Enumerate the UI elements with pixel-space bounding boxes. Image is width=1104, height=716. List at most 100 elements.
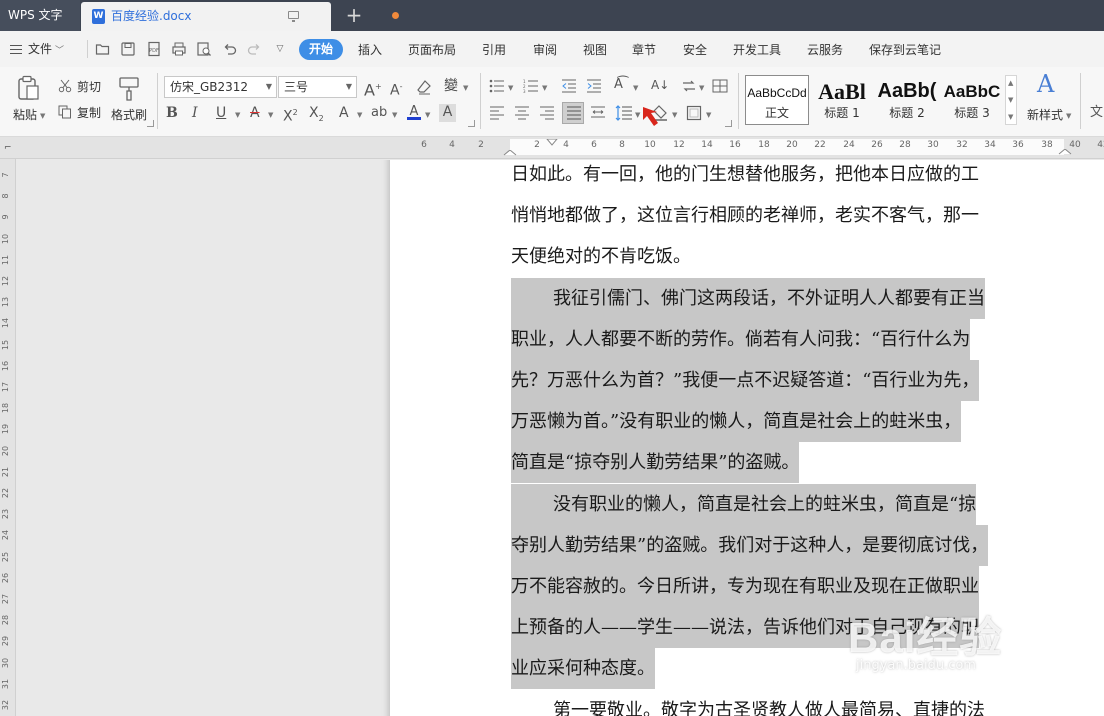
phonetic-dropdown-icon[interactable]: ▼	[463, 84, 468, 92]
format-painter-button[interactable]: 格式刷	[111, 108, 147, 122]
paste-button[interactable]: 粘贴	[13, 108, 37, 122]
align-center-icon[interactable]	[514, 106, 530, 124]
phonetic-guide-icon[interactable]: 變	[444, 78, 458, 94]
distribute-icon[interactable]	[590, 106, 606, 124]
marks-dropdown-icon[interactable]: ▼	[699, 84, 704, 92]
text-direction-icon[interactable]: A͡	[614, 77, 623, 93]
tab-developer-tools[interactable]: 开发工具	[733, 40, 781, 60]
right-indent-marker-icon[interactable]	[1058, 149, 1072, 159]
document-line[interactable]: 先？万恶什么为首？”我便一点不迟疑答道：“百行业为先，	[511, 360, 980, 401]
highlight-color-icon[interactable]: ab	[371, 105, 387, 121]
tab-review[interactable]: 审阅	[533, 40, 557, 60]
print-icon[interactable]	[171, 41, 187, 57]
tab-stop-icon[interactable]: ⌐	[4, 143, 12, 153]
document-line[interactable]: 简直是“掠夺别人勤劳结果”的盗贼。	[511, 442, 800, 483]
document-line[interactable]: 上预备的人——学生——说法，告诉他们对于自己现有的职	[511, 607, 979, 648]
monitor-icon[interactable]	[288, 11, 299, 22]
font-launcher-icon[interactable]	[468, 120, 475, 127]
document-line[interactable]: 夺别人勤劳结果”的盗贼。我们对于这种人，是要彻底讨伐，	[511, 525, 989, 566]
style-normal[interactable]: AaBbCcDd 正文	[745, 75, 809, 125]
new-style-button[interactable]: 新样式	[1027, 108, 1063, 122]
borders-icon[interactable]	[686, 105, 702, 125]
style-heading-3[interactable]: AaBbC 标题 3	[940, 75, 1004, 125]
document-line[interactable]: 我征引儒门、佛门这两段话，不外证明人人都要有正当	[511, 278, 985, 319]
vertical-ruler[interactable]: 7 8 9 10 11 12 13 14 15 16 17 18 19 20 21 22 23 24 25 26 27 2…	[0, 159, 16, 716]
redo-icon[interactable]	[246, 41, 262, 57]
more-styles-icon[interactable]: ▼	[1008, 113, 1013, 121]
align-left-icon[interactable]	[489, 106, 505, 124]
borders-dropdown-icon[interactable]: ▼	[706, 111, 711, 119]
shading-dropdown-icon[interactable]: ▼	[672, 111, 677, 119]
show-hide-marks-icon[interactable]	[681, 79, 697, 97]
paste-dropdown-icon[interactable]: ▼	[40, 112, 45, 120]
superscript-icon[interactable]: X2	[283, 105, 298, 125]
line-spacing-icon[interactable]	[615, 105, 633, 125]
document-line[interactable]: 日如此。有一回，他的门生想替他服务，把他本日应做的工	[511, 161, 979, 188]
tab-insert[interactable]: 插入	[358, 40, 382, 60]
horizontal-ruler[interactable]: 6 4 2 2 4 6 8 10 12 14 16 18 20 22 24 26 28 30 32 34 36 38 40 4…	[0, 137, 1104, 159]
decrease-indent-icon[interactable]	[561, 79, 577, 97]
document-line[interactable]: 没有职业的懒人，简直是社会上的蛀米虫，简直是“掠	[511, 484, 977, 525]
strikethrough-dropdown-icon[interactable]: ▼	[268, 111, 273, 119]
tab-save-to-cloud-notes[interactable]: 保存到云笔记	[869, 40, 941, 60]
line-spacing-dropdown-icon[interactable]: ▼	[635, 111, 640, 119]
strikethrough-icon[interactable]: A	[250, 105, 260, 121]
style-heading-2[interactable]: AaBb( 标题 2	[875, 75, 939, 125]
align-right-icon[interactable]	[539, 106, 555, 124]
underline-dropdown-icon[interactable]: ▼	[235, 111, 240, 119]
paragraph-launcher-icon[interactable]	[725, 120, 732, 127]
italic-icon[interactable]: I	[192, 105, 198, 121]
save-icon[interactable]	[120, 41, 136, 57]
document-area[interactable]: 日如此。有一回，他的门生想替他服务，把他本日应做的工 悄悄地都做了，这位言行相顾的…	[17, 160, 1104, 716]
clipboard-launcher-icon[interactable]	[147, 120, 154, 127]
document-line[interactable]: 第一要敬业。敬字为古圣贤教人做人最简易、直捷的法	[511, 697, 985, 716]
document-line[interactable]: 业应采何种态度。	[511, 648, 655, 689]
highlight-dropdown-icon[interactable]: ▼	[392, 111, 397, 119]
table-layout-icon[interactable]	[712, 79, 728, 97]
document-page[interactable]: 日如此。有一回，他的门生想替他服务，把他本日应做的工 悄悄地都做了，这位言行相顾的…	[390, 160, 1104, 716]
tab-security[interactable]: 安全	[683, 40, 707, 60]
tab-cloud-service[interactable]: 云服务	[807, 40, 843, 60]
style-heading-1[interactable]: AaBl 标题 1	[810, 75, 874, 125]
document-line[interactable]: 职业，人人都要不断的劳作。倘若有人问我：“百行什么为	[511, 319, 971, 360]
styles-scroll[interactable]: ▲ ▼ ▼	[1005, 75, 1017, 125]
character-shading-icon[interactable]: A	[439, 104, 456, 122]
more-tools-icon[interactable]: 文	[1090, 105, 1103, 121]
quick-access-dropdown-icon[interactable]: ▽	[272, 41, 288, 57]
app-menu-button[interactable]: WPS 文字	[0, 0, 80, 31]
file-menu-button[interactable]: 文件 ﹀	[10, 39, 64, 59]
tab-references[interactable]: 引用	[482, 40, 506, 60]
bullet-list-icon[interactable]	[489, 79, 505, 97]
clear-format-icon[interactable]	[416, 79, 432, 99]
paste-icon[interactable]	[16, 75, 40, 101]
text-effect-dropdown-icon[interactable]: ▼	[357, 111, 362, 119]
document-line[interactable]: 万不能容赦的。今日所讲，专为现在有职业及现在正做职业	[511, 566, 979, 607]
justify-button[interactable]	[562, 102, 584, 124]
tab-page-layout[interactable]: 页面布局	[408, 40, 456, 60]
open-folder-icon[interactable]	[95, 41, 111, 57]
numbered-list-icon[interactable]: 123	[523, 79, 539, 97]
text-direction-dropdown-icon[interactable]: ▼	[633, 84, 638, 92]
bold-icon[interactable]: B	[166, 105, 178, 121]
document-line[interactable]: 天便绝对的不肯吃饭。	[511, 243, 691, 270]
unsaved-dot-icon[interactable]	[392, 12, 399, 19]
document-line[interactable]: 悄悄地都做了，这位言行相顾的老禅师，老实不客气，那一	[511, 202, 979, 229]
document-tab[interactable]: W 百度经验.docx	[81, 2, 399, 31]
first-line-indent-marker-icon[interactable]	[546, 139, 558, 147]
chevron-up-icon[interactable]: ▲	[1008, 79, 1013, 87]
sort-icon[interactable]: A↓	[651, 77, 669, 93]
font-name-select[interactable]: 仿宋_GB2312 ▼	[164, 76, 277, 98]
numbered-dropdown-icon[interactable]: ▼	[542, 84, 547, 92]
underline-icon[interactable]: U	[216, 105, 226, 121]
export-pdf-icon[interactable]: PDF	[146, 41, 162, 57]
document-line[interactable]: 万恶懒为首。”没有职业的懒人，简直是社会上的蛀米虫，	[511, 401, 962, 442]
tab-view[interactable]: 视图	[583, 40, 607, 60]
font-color-dropdown-icon[interactable]: ▼	[425, 111, 430, 119]
new-tab-button[interactable]: +	[344, 3, 364, 27]
print-preview-icon[interactable]	[196, 41, 212, 57]
new-style-dropdown-icon[interactable]: ▼	[1066, 112, 1071, 120]
subscript-icon[interactable]: X2	[309, 105, 324, 127]
grow-font-icon[interactable]: A+	[364, 79, 382, 98]
chevron-down-icon[interactable]: ▼	[1008, 96, 1013, 104]
bullet-dropdown-icon[interactable]: ▼	[508, 84, 513, 92]
